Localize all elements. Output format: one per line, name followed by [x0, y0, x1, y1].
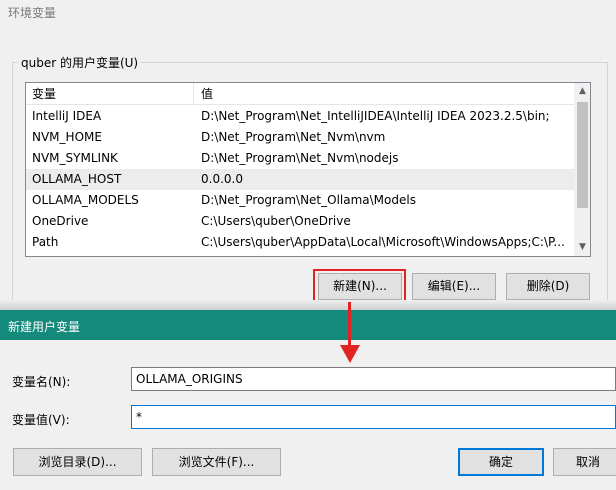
table-row[interactable]: NVM_SYMLINK D:\Net_Program\Net_Nvm\nodejs [26, 148, 574, 169]
variable-value-cell: D:\Net_Program\Net_Nvm\nodejs [201, 151, 399, 165]
dialog-shadow [0, 300, 616, 310]
column-header-value[interactable]: 值 [195, 83, 574, 105]
variable-value-cell: 0.0.0.0 [201, 172, 243, 186]
browse-directory-button[interactable]: 浏览目录(D)... [13, 448, 142, 476]
browse-file-button[interactable]: 浏览文件(F)... [152, 448, 281, 476]
variable-name-input[interactable]: OLLAMA_ORIGINS [131, 367, 616, 391]
edit-variable-button[interactable]: 编辑(E)... [412, 273, 496, 300]
vertical-scrollbar[interactable]: ▲ ▼ [574, 83, 590, 256]
cancel-button[interactable]: 取消 [553, 448, 616, 476]
dialog-title-bar[interactable]: 新建用户变量 [0, 310, 616, 340]
variable-value-cell: D:\Net_Program\Net_IntelliJIDEA\IntelliJ… [201, 109, 550, 123]
user-variables-list[interactable]: 变量 值 IntelliJ IDEA D:\Net_Program\Net_Int… [25, 82, 591, 257]
variable-value-label: 变量值(V): [12, 413, 70, 427]
scroll-up-icon[interactable]: ▲ [574, 83, 590, 100]
variable-value-cell: D:\Net_Program\Net_Ollama\Models [201, 193, 416, 207]
variable-name-cell: IntelliJ IDEA [32, 109, 102, 123]
list-header: 变量 值 [26, 83, 574, 105]
annotation-arrow-head-icon [340, 345, 360, 363]
variable-name-cell: OLLAMA_MODELS [32, 193, 139, 207]
ok-button[interactable]: 确定 [458, 448, 544, 476]
table-row[interactable]: IntelliJ IDEA D:\Net_Program\Net_IntelliJ… [26, 106, 574, 127]
variable-name-cell: Path [32, 235, 59, 249]
table-row[interactable]: OneDrive C:\Users\quber\OneDrive [26, 211, 574, 232]
variable-value-cell: D:\Net_Program\Net_Nvm\nvm [201, 130, 386, 144]
variable-value-cell: C:\Users\quber\OneDrive [201, 214, 351, 228]
variable-name-cell: OneDrive [32, 214, 89, 228]
window-title: 环境变量 [8, 6, 57, 20]
variable-name-cell: NVM_SYMLINK [32, 151, 118, 165]
delete-variable-button[interactable]: 删除(D) [506, 273, 590, 300]
scroll-thumb[interactable] [577, 102, 588, 208]
table-row[interactable]: Path C:\Users\quber\AppData\Local\Microso… [26, 232, 574, 253]
variable-name-label: 变量名(N): [12, 375, 71, 389]
variable-value-cell: C:\Users\quber\AppData\Local\Microsoft\W… [201, 235, 565, 249]
dialog-title: 新建用户变量 [8, 320, 81, 334]
table-row[interactable]: OLLAMA_MODELS D:\Net_Program\Net_Ollama\M… [26, 190, 574, 211]
column-header-variable[interactable]: 变量 [26, 83, 194, 105]
new-button-highlight [313, 269, 406, 304]
user-variables-label: quber 的用户变量(U) [18, 54, 142, 71]
scroll-down-icon[interactable]: ▼ [574, 239, 590, 256]
table-row[interactable]: OLLAMA_HOST 0.0.0.0 [26, 169, 574, 190]
variable-name-cell: OLLAMA_HOST [32, 172, 122, 186]
table-row[interactable]: NVM_HOME D:\Net_Program\Net_Nvm\nvm [26, 127, 574, 148]
variable-name-cell: NVM_HOME [32, 130, 102, 144]
annotation-arrow-shaft [348, 302, 351, 348]
variable-value-input[interactable]: * [131, 405, 616, 429]
